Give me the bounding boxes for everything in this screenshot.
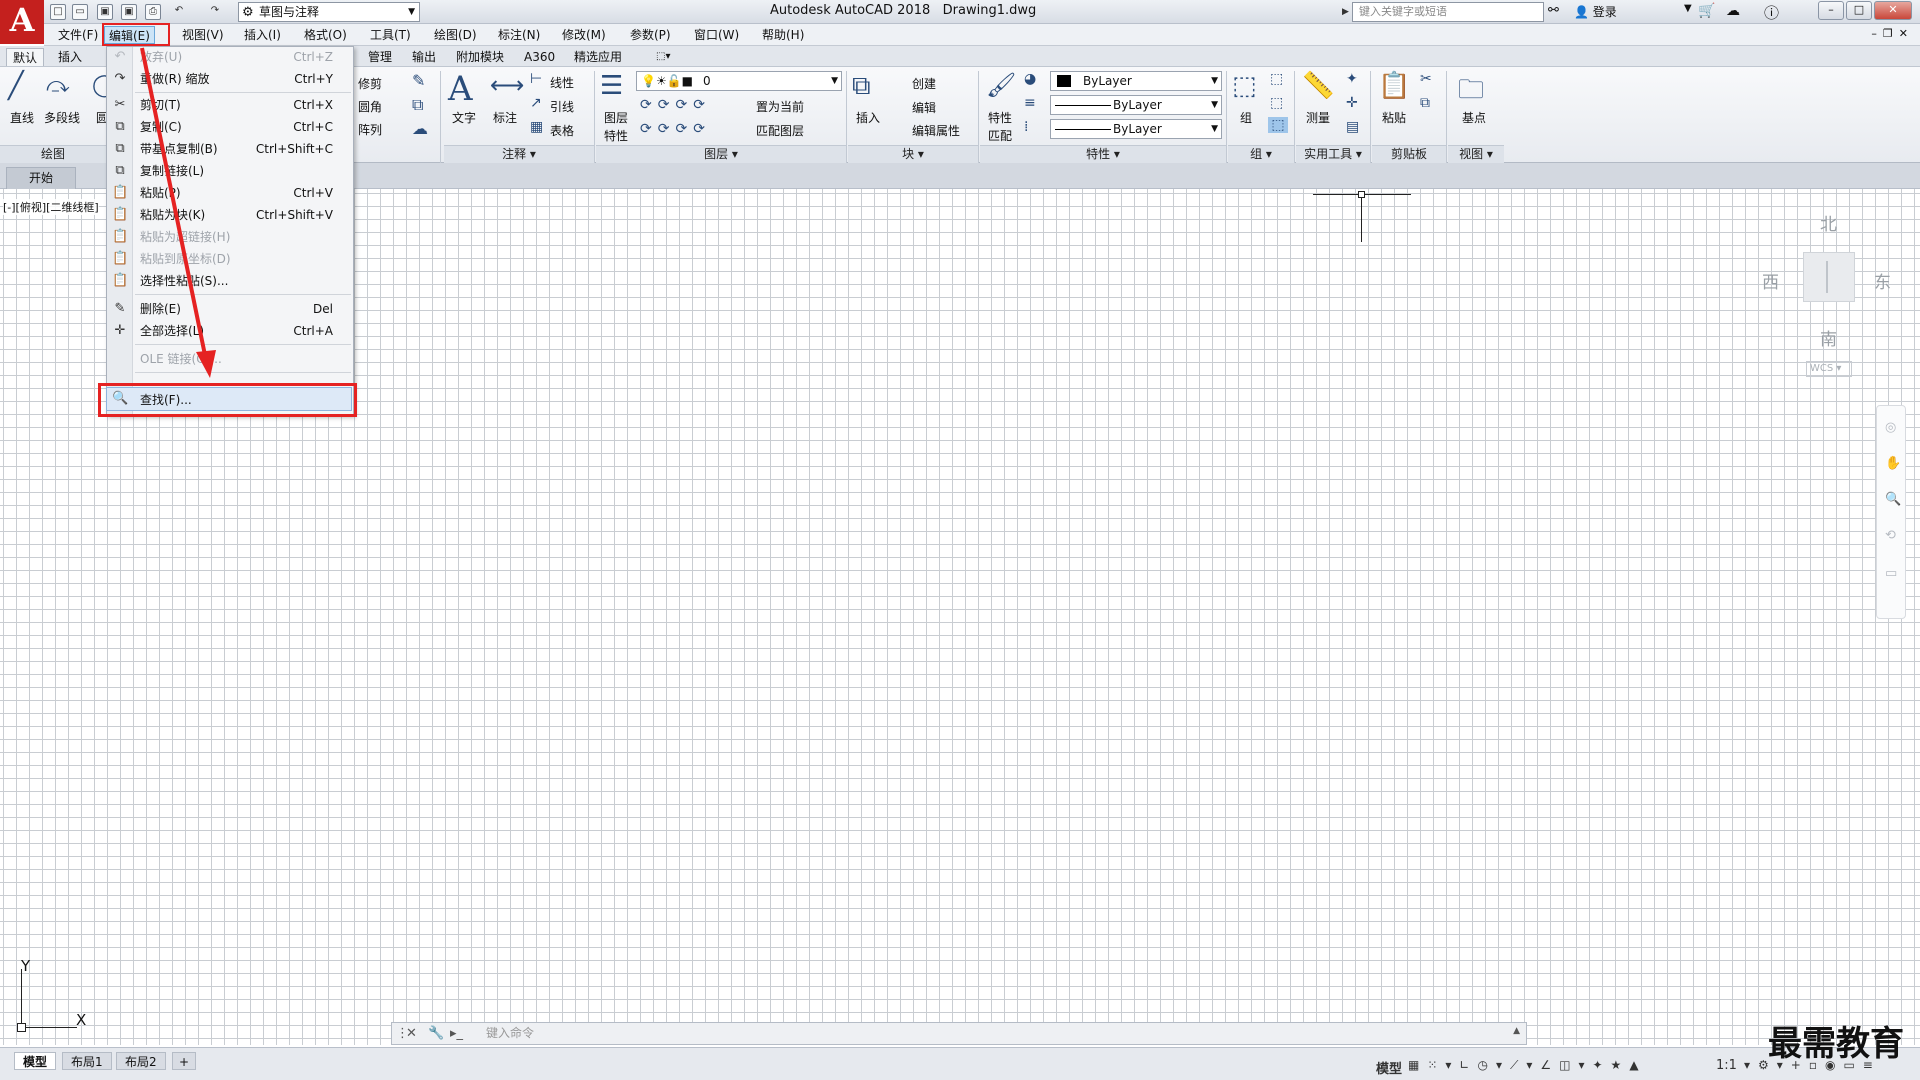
arrow-head (196, 350, 216, 378)
annotation-arrow (140, 47, 216, 378)
arrow-shaft (140, 47, 208, 361)
